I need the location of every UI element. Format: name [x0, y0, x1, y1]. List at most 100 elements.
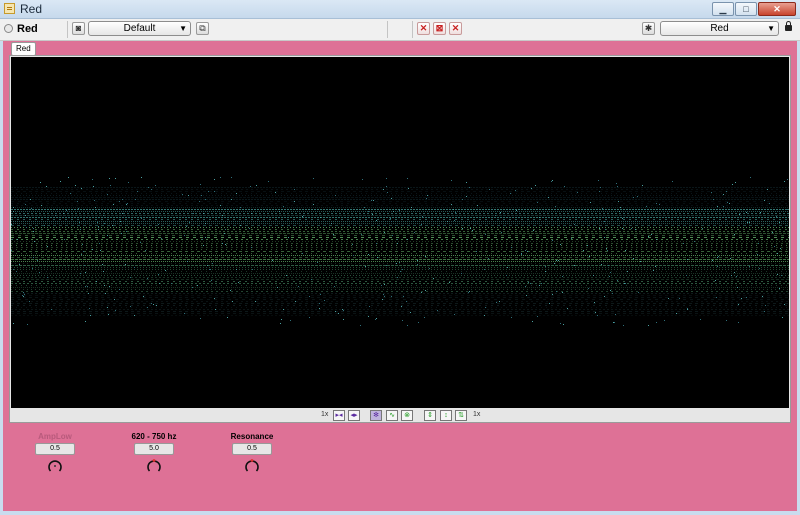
remove-icon[interactable]: ✕: [449, 22, 462, 35]
app-icon: [4, 3, 15, 14]
spectrum-noise-dot: [723, 194, 724, 195]
spectrum-noise-dot: [765, 305, 766, 306]
spectrum-noise-dot: [283, 255, 284, 256]
spectrum-noise-dot: [384, 296, 385, 297]
spectrum-noise-dot: [758, 243, 759, 244]
spectrum-noise-dot: [552, 294, 553, 295]
spectrum-noise-dot: [208, 191, 209, 192]
spectrum-noise-dot: [424, 317, 425, 318]
knob-title: AmpLow: [38, 432, 72, 441]
spectrum-noise-dot: [249, 228, 250, 229]
spectrum-noise-dot: [141, 218, 142, 219]
spectrum-noise-dot: [125, 264, 126, 265]
spectrum-noise-dot: [114, 299, 115, 300]
spectrum-noise-dot: [227, 317, 228, 318]
snowflake-icon[interactable]: ✻: [370, 410, 382, 421]
spectrum-noise-dot: [614, 322, 615, 323]
power-icon[interactable]: [4, 24, 13, 33]
bypass-icon[interactable]: ⊠: [433, 22, 446, 35]
spectrum-noise-dot: [777, 253, 778, 254]
spectrum-noise-dot: [726, 191, 727, 192]
spectrum-noise-dot: [107, 194, 108, 195]
copy-icon[interactable]: ⧉: [196, 22, 209, 35]
spectrum-noise-dot: [30, 199, 31, 200]
spectrum-noise-dot: [411, 207, 412, 208]
spectrum-noise-dot: [333, 234, 334, 235]
spectrum-noise-dot: [96, 281, 97, 282]
spectrum-noise-dot: [499, 301, 500, 302]
close-button[interactable]: ✕: [758, 2, 796, 16]
spectrum-noise-dot: [25, 204, 26, 205]
zoom-y-out-button[interactable]: ⇅: [455, 410, 467, 421]
spectrum-noise-dot: [426, 198, 427, 199]
spectrum-noise-dot: [22, 295, 23, 296]
spectrum-noise-dot: [552, 240, 553, 241]
spectrum-noise-dot: [384, 284, 385, 285]
zoom-y-in-button[interactable]: ⇕: [424, 410, 436, 421]
disable-icon[interactable]: ✕: [417, 22, 430, 35]
spectrum-noise-dot: [11, 250, 12, 251]
spectrum-noise-dot: [545, 266, 546, 267]
spectrum-noise-dot: [462, 199, 463, 200]
zoom-x-out-button[interactable]: ◂▸: [348, 410, 360, 421]
minimize-button[interactable]: ▁: [712, 2, 734, 16]
spectrum-noise-dot: [656, 239, 657, 240]
spectrum-noise-dot: [526, 295, 527, 296]
spectrum-noise-dot: [577, 192, 578, 193]
spectrum-noise-dot: [130, 306, 131, 307]
spectrum-noise-dot: [110, 185, 111, 186]
spectrum-noise-dot: [734, 272, 735, 273]
spectrum-noise-dot: [655, 266, 656, 267]
spectrum-noise-dot: [406, 301, 407, 302]
lock-icon[interactable]: [785, 21, 792, 31]
spectrum-noise-dot: [290, 320, 291, 321]
spectrum-noise-dot: [320, 294, 321, 295]
knob-frequency: 620 - 750 hz 5.0: [124, 431, 184, 477]
knob-dial[interactable]: [47, 458, 63, 474]
spectrum-noise-dot: [112, 225, 113, 226]
spectrum-noise-dot: [574, 224, 575, 225]
spectrum-noise-dot: [731, 275, 732, 276]
spectrum-noise-dot: [365, 266, 366, 267]
zoom-y-label: 1x: [473, 411, 481, 418]
spectrum-noise-dot: [595, 312, 596, 313]
spectrum-noise-dot: [700, 319, 701, 320]
spectrum-noise-dot: [37, 260, 38, 261]
camera-icon[interactable]: ◙: [72, 22, 85, 35]
zoom-y-fit-button[interactable]: ↕: [440, 410, 452, 421]
spectrum-noise-dot: [89, 308, 90, 309]
spectrum-noise-dot: [280, 323, 281, 324]
spectrum-noise-dot: [545, 271, 546, 272]
spectrum-noise-dot: [588, 288, 589, 289]
spectrum-noise-dot: [104, 285, 105, 286]
spectrum-noise-dot: [613, 322, 614, 323]
spectrum-noise-dot: [604, 296, 605, 297]
spectrum-noise-dot: [189, 222, 190, 223]
spectrum-noise-dot: [402, 269, 403, 270]
maximize-button[interactable]: □: [735, 2, 757, 16]
panel-tab[interactable]: Red: [11, 42, 36, 56]
knob-value-field[interactable]: 0.5: [35, 443, 75, 455]
spectrum-noise-dot: [676, 313, 677, 314]
spectrum-noise-dot: [120, 221, 121, 222]
spectrum-noise-dot: [368, 316, 369, 317]
spectrum-noise-dot: [687, 309, 688, 310]
zoom-x-in-button[interactable]: ▸◂: [333, 410, 345, 421]
preset-select[interactable]: Default ▼: [88, 21, 191, 36]
spectrum-noise-dot: [382, 299, 383, 300]
spectrum-noise-dot: [421, 224, 422, 225]
knob-dial[interactable]: [244, 458, 260, 474]
knob-dial[interactable]: [146, 458, 162, 474]
spectrum-noise-dot: [711, 192, 712, 193]
spectrum-noise-dot: [427, 195, 428, 196]
spectrum-noise-dot: [583, 250, 584, 251]
loop-icon[interactable]: ⊗: [401, 410, 413, 421]
wave-icon[interactable]: ∿: [386, 410, 398, 421]
knob-value-field[interactable]: 5.0: [134, 443, 174, 455]
knob-value-field[interactable]: 0.5: [232, 443, 272, 455]
spectrum-noise-dot: [425, 290, 426, 291]
gear-icon[interactable]: ✱: [642, 22, 655, 35]
knob-title: 620 - 750 hz: [131, 432, 177, 441]
channel-select[interactable]: Red ▼: [660, 21, 779, 36]
spectrum-noise-dot: [32, 268, 33, 269]
